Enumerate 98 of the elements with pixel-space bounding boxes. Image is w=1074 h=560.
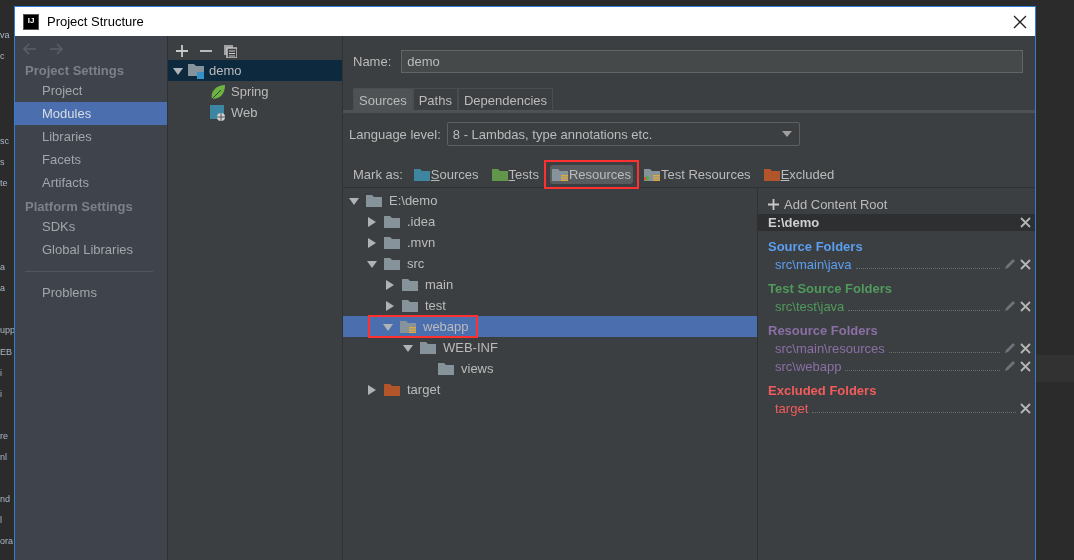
expand-arrow-icon[interactable] (367, 237, 377, 248)
sidebar-item[interactable]: Modules (15, 102, 167, 125)
sources-folder-icon (413, 167, 430, 182)
add-icon[interactable] (176, 45, 188, 57)
folder-icon (402, 277, 418, 292)
sidebar-item[interactable]: Global Libraries (15, 238, 167, 261)
folder-path: target (775, 400, 809, 416)
copy-icon[interactable] (224, 44, 237, 58)
add-icon (768, 198, 779, 210)
module-folder-icon (188, 62, 204, 79)
collapse-arrow-icon[interactable] (173, 65, 183, 76)
folder-icon (366, 193, 382, 208)
folder-label[interactable]: .idea (407, 214, 436, 229)
tree-item[interactable]: Spring (168, 81, 342, 102)
collapse-arrow-icon[interactable] (349, 195, 359, 206)
collapse-arrow-icon[interactable] (403, 342, 413, 353)
tab[interactable]: Dependencies (457, 88, 554, 110)
resources-folder-icon (400, 319, 416, 334)
expand-arrow-icon[interactable] (385, 279, 395, 290)
code-text: i (0, 387, 2, 400)
tree-item[interactable]: Web (168, 102, 342, 123)
folder-label[interactable]: main (425, 277, 454, 292)
field-label: Name: (353, 54, 392, 69)
close-icon[interactable] (1020, 217, 1031, 228)
sidebar-item[interactable]: Problems (15, 281, 167, 304)
resources-folder-icon (551, 167, 568, 182)
tree-item[interactable]: demo (168, 60, 342, 81)
excluded-folder-icon (763, 167, 780, 182)
code-text: te (0, 176, 8, 189)
field-label: Mark as: (353, 167, 403, 182)
folder-group-title: Excluded Folders (767, 382, 878, 399)
code-text: a (0, 261, 5, 274)
sidebar-item[interactable]: Project (15, 79, 167, 102)
folder-label[interactable]: views (461, 361, 494, 376)
tab[interactable]: Sources (353, 88, 413, 110)
content-root-path: E:\demo (768, 215, 820, 230)
folder-label[interactable]: target (407, 382, 441, 397)
code-text: l (0, 514, 2, 527)
sidebar-item[interactable]: SDKs (15, 215, 167, 238)
folder-icon (420, 340, 436, 355)
mark-as-button[interactable]: Excluded (761, 165, 837, 184)
app-logo: IJ (23, 13, 39, 30)
background-row-highlight (1036, 355, 1074, 382)
folder-path: src\main\java (775, 256, 852, 272)
code-text: c (0, 50, 5, 63)
folder-group-title: Resource Folders (767, 322, 879, 339)
expand-arrow-icon[interactable] (385, 300, 395, 311)
name-field[interactable]: demo (401, 50, 1023, 73)
folder-icon (438, 361, 454, 376)
language-level-dropdown[interactable]: 8 - Lambdas, type annotations etc. (446, 122, 800, 146)
folder-label[interactable]: .mvn (407, 235, 436, 250)
mark-as-button[interactable]: Sources (411, 165, 481, 184)
folder-label[interactable]: WEB-INF (443, 340, 498, 355)
sidebar-item[interactable]: Libraries (15, 125, 167, 148)
code-text: upp (0, 324, 14, 337)
folder-group-title: Source Folders (767, 238, 864, 255)
code-text: i (0, 366, 2, 379)
mark-as-button[interactable]: Resources (549, 165, 634, 184)
code-text: nl (0, 451, 7, 463)
folder-icon (384, 235, 400, 250)
field-label: Language level: (349, 126, 441, 142)
folder-label[interactable]: test (425, 298, 446, 313)
code-text: a (0, 282, 5, 295)
section-heading: Platform Settings (24, 198, 134, 215)
folder-path: src\test\java (775, 298, 845, 314)
code-text: nd (0, 493, 10, 506)
mark-as-button[interactable]: Test Resources (642, 165, 753, 184)
mark-as-button[interactable]: Tests (489, 165, 541, 184)
code-text: EB (0, 345, 12, 358)
excluded-folder-icon (384, 382, 400, 397)
section-heading: Project Settings (24, 62, 125, 79)
folder-path: src\main\resources (775, 340, 885, 356)
test-resources-folder-icon (644, 167, 661, 182)
tests-folder-icon (491, 167, 508, 182)
collapse-arrow-icon[interactable] (367, 258, 377, 269)
tab[interactable]: Paths (412, 88, 458, 110)
web-icon (210, 104, 226, 121)
sidebar-item[interactable]: Artifacts (15, 171, 167, 194)
folder-label[interactable]: src (407, 256, 425, 271)
close-icon[interactable] (1013, 14, 1027, 29)
window-title: Project Structure (47, 14, 145, 29)
dropdown-arrow-icon (781, 131, 792, 137)
folder-icon (384, 214, 400, 229)
folder-icon (384, 256, 400, 271)
leaf-icon (210, 83, 226, 100)
code-text: va (0, 29, 10, 41)
folder-label[interactable]: E:\demo (389, 193, 438, 208)
code-text: sc (0, 134, 9, 147)
add-content-root-link[interactable]: Add Content Root (758, 194, 1035, 214)
code-text: re (0, 429, 8, 442)
folder-group-title: Test Source Folders (767, 280, 893, 297)
expand-arrow-icon[interactable] (367, 384, 377, 395)
code-text: s (0, 155, 5, 168)
sidebar-item[interactable]: Facets (15, 148, 167, 171)
expand-arrow-icon[interactable] (367, 216, 377, 227)
folder-path: src\webapp (775, 358, 842, 374)
code-text: ora (0, 535, 13, 548)
folder-icon (402, 298, 418, 313)
